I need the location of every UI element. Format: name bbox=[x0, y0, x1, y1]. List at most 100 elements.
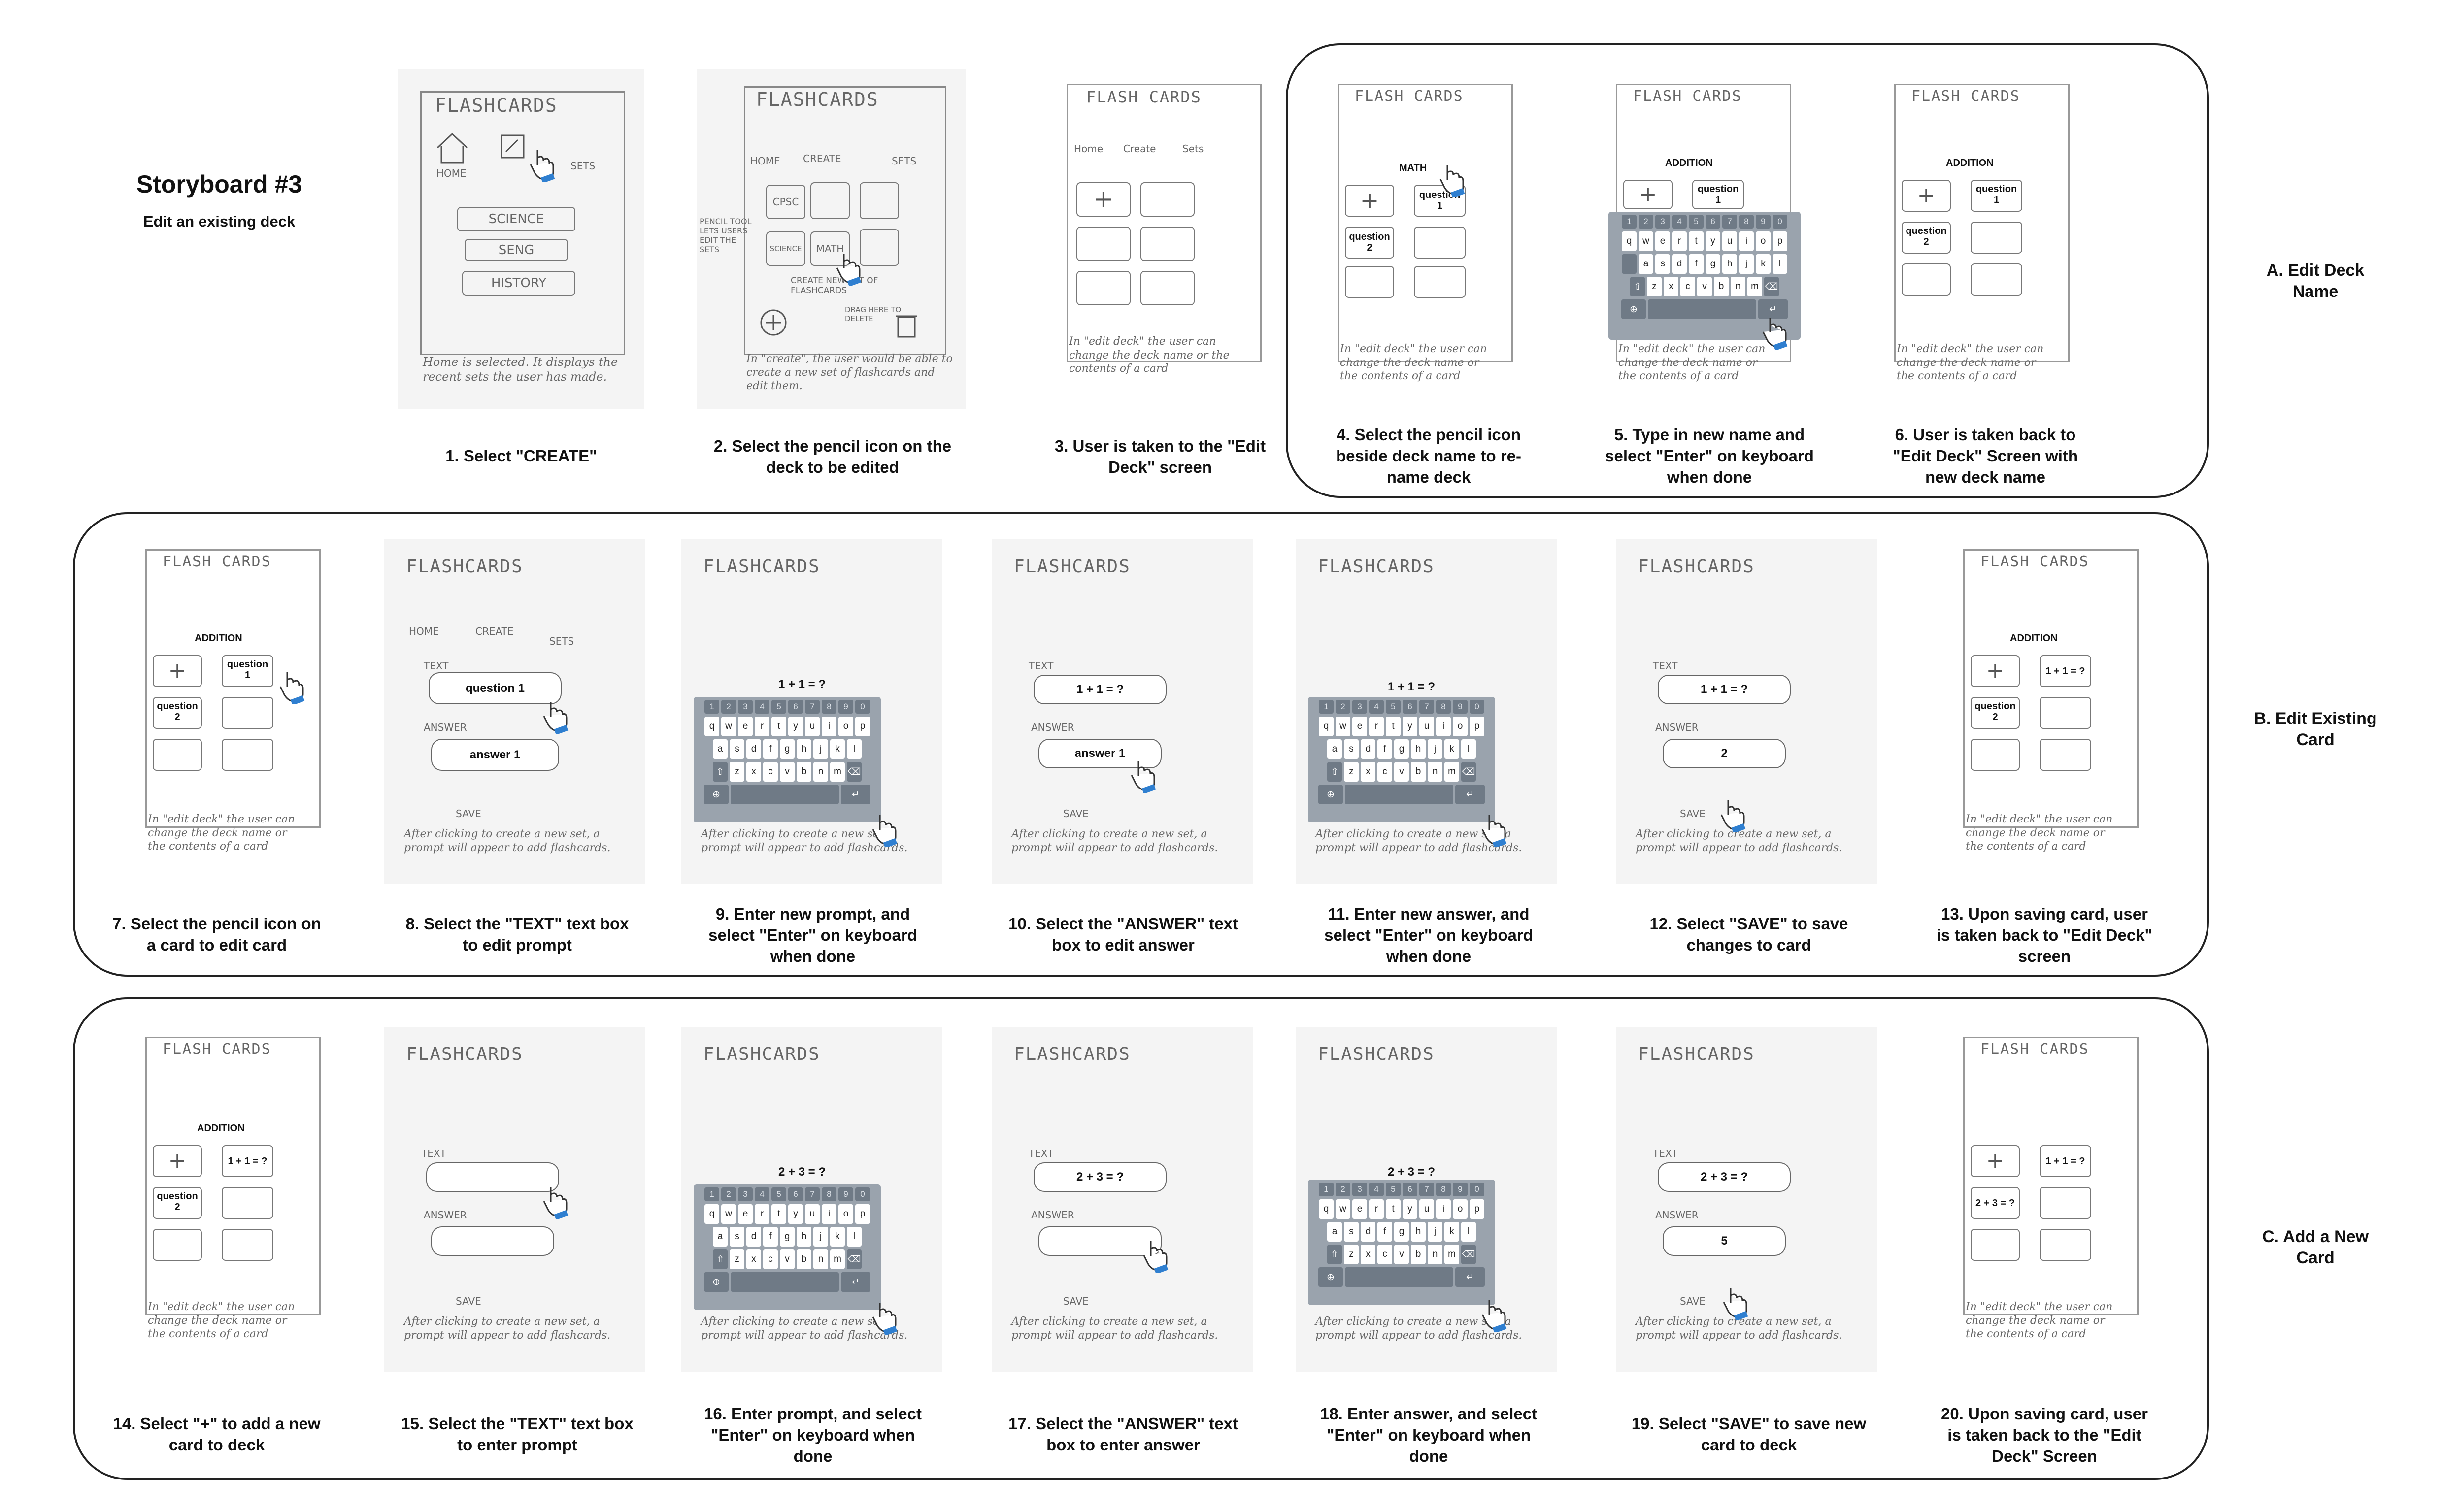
key[interactable]: v bbox=[1697, 277, 1712, 296]
enter-key[interactable]: ↵ bbox=[1455, 1267, 1485, 1287]
deck-history[interactable]: HISTORY bbox=[462, 271, 575, 296]
key[interactable]: 3 bbox=[738, 1187, 753, 1201]
key[interactable]: y bbox=[788, 717, 803, 736]
key[interactable]: 5 bbox=[771, 1187, 786, 1201]
key[interactable]: h bbox=[797, 1227, 811, 1247]
key[interactable]: w bbox=[721, 717, 736, 736]
key[interactable]: f bbox=[1377, 1222, 1392, 1242]
card-1p1[interactable]: 1 + 1 = ? bbox=[2040, 655, 2091, 687]
card-tile[interactable] bbox=[153, 739, 202, 771]
key[interactable]: h bbox=[1722, 254, 1737, 274]
key[interactable]: m bbox=[1747, 277, 1762, 296]
card-tile[interactable] bbox=[2040, 697, 2091, 729]
deck-science-small[interactable]: SCIENCE bbox=[766, 231, 805, 266]
key[interactable]: 0 bbox=[855, 700, 870, 714]
add-card-tile[interactable]: + bbox=[1623, 180, 1673, 209]
key[interactable]: t bbox=[771, 717, 786, 736]
key[interactable]: u bbox=[805, 717, 820, 736]
shift-key[interactable]: ⇧ bbox=[1630, 277, 1645, 296]
key[interactable]: 8 bbox=[822, 1187, 836, 1201]
key[interactable]: u bbox=[1722, 231, 1737, 251]
key[interactable]: k bbox=[1444, 1222, 1459, 1242]
add-deck-icon[interactable] bbox=[759, 308, 788, 337]
backspace-key[interactable]: ⌫ bbox=[1764, 277, 1779, 296]
key[interactable]: w bbox=[1639, 231, 1653, 251]
key[interactable]: j bbox=[813, 1227, 828, 1247]
key[interactable]: b bbox=[1411, 1245, 1426, 1264]
key[interactable]: c bbox=[1377, 762, 1392, 782]
key[interactable]: 6 bbox=[1403, 1183, 1417, 1196]
onscreen-keyboard[interactable]: 1234567890 qwertyuiop asdfghjkl ⇧ z x c v b n m… bbox=[1308, 1180, 1495, 1305]
text-field[interactable]: 2 + 3 = ? bbox=[1658, 1162, 1791, 1192]
key[interactable]: l bbox=[1461, 1222, 1476, 1242]
key[interactable]: 4 bbox=[1369, 1183, 1384, 1196]
key[interactable]: 4 bbox=[1369, 700, 1384, 714]
key[interactable]: 0 bbox=[855, 1187, 870, 1201]
globe-key[interactable]: ⊕ bbox=[704, 1272, 729, 1292]
key[interactable]: s bbox=[1344, 1222, 1359, 1242]
key[interactable]: s bbox=[730, 1227, 744, 1247]
key[interactable]: z bbox=[1344, 1245, 1359, 1264]
card-tile[interactable] bbox=[2040, 1229, 2091, 1261]
card-question-2[interactable]: question 2 bbox=[1902, 222, 1951, 254]
key[interactable]: 6 bbox=[788, 700, 803, 714]
key[interactable]: 2 bbox=[721, 700, 736, 714]
card-tile[interactable] bbox=[222, 1229, 273, 1261]
card-tile[interactable] bbox=[2040, 1187, 2091, 1219]
key[interactable]: z bbox=[730, 1249, 744, 1269]
key[interactable]: n bbox=[1428, 762, 1442, 782]
key[interactable]: x bbox=[746, 1249, 761, 1269]
key[interactable]: k bbox=[1444, 739, 1459, 759]
text-field[interactable]: 1 + 1 = ? bbox=[1360, 677, 1463, 697]
key[interactable]: i bbox=[1739, 231, 1754, 251]
add-card-tile[interactable]: + bbox=[1076, 182, 1131, 217]
backspace-key[interactable]: ⌫ bbox=[1461, 1245, 1476, 1264]
card-question-1[interactable]: question 1 bbox=[1971, 180, 2022, 212]
card-tile[interactable] bbox=[1971, 739, 2020, 771]
key[interactable]: q bbox=[704, 1204, 719, 1224]
key[interactable]: 8 bbox=[1739, 215, 1754, 229]
key[interactable]: h bbox=[1411, 739, 1426, 759]
key[interactable]: j bbox=[1739, 254, 1754, 274]
key[interactable]: p bbox=[855, 1204, 870, 1224]
key[interactable]: p bbox=[855, 717, 870, 736]
key[interactable]: x bbox=[1361, 762, 1375, 782]
card-tile[interactable] bbox=[1140, 182, 1195, 217]
key[interactable]: r bbox=[1369, 717, 1384, 736]
card-tile[interactable] bbox=[2040, 739, 2091, 771]
key[interactable]: m bbox=[1444, 762, 1459, 782]
key[interactable]: d bbox=[1361, 739, 1375, 759]
key[interactable]: 3 bbox=[1352, 1183, 1367, 1196]
key[interactable]: 2 bbox=[1336, 1183, 1350, 1196]
key[interactable]: m bbox=[830, 762, 845, 782]
key[interactable]: v bbox=[780, 762, 795, 782]
key[interactable]: l bbox=[847, 739, 862, 759]
card-tile[interactable] bbox=[153, 1229, 202, 1261]
deck-cpsc[interactable]: CPSC bbox=[766, 185, 805, 219]
deck-tile[interactable] bbox=[860, 229, 899, 266]
key[interactable]: x bbox=[746, 762, 761, 782]
key[interactable]: m bbox=[1444, 1245, 1459, 1264]
card-tile[interactable] bbox=[222, 1187, 273, 1219]
key[interactable]: w bbox=[1336, 1199, 1350, 1219]
key[interactable]: l bbox=[1461, 739, 1476, 759]
add-card-tile[interactable]: + bbox=[1971, 655, 2020, 687]
key[interactable]: t bbox=[1386, 717, 1401, 736]
add-card-tile[interactable]: + bbox=[153, 655, 202, 687]
key[interactable]: u bbox=[1419, 1199, 1434, 1219]
card-tile[interactable] bbox=[1971, 222, 2022, 254]
card-tile[interactable] bbox=[1140, 271, 1195, 305]
key[interactable] bbox=[1622, 254, 1637, 274]
key[interactable]: 9 bbox=[1453, 700, 1468, 714]
answer-field[interactable] bbox=[431, 1226, 554, 1256]
key[interactable]: y bbox=[788, 1204, 803, 1224]
key[interactable]: a bbox=[1327, 739, 1342, 759]
key[interactable]: j bbox=[1428, 739, 1442, 759]
save-label[interactable]: SAVE bbox=[456, 1295, 481, 1307]
key[interactable]: o bbox=[1453, 1199, 1468, 1219]
key[interactable]: v bbox=[780, 1249, 795, 1269]
key[interactable]: b bbox=[1714, 277, 1729, 296]
key[interactable]: d bbox=[746, 739, 761, 759]
deck-science[interactable]: SCIENCE bbox=[457, 207, 575, 231]
key[interactable]: z bbox=[1344, 762, 1359, 782]
